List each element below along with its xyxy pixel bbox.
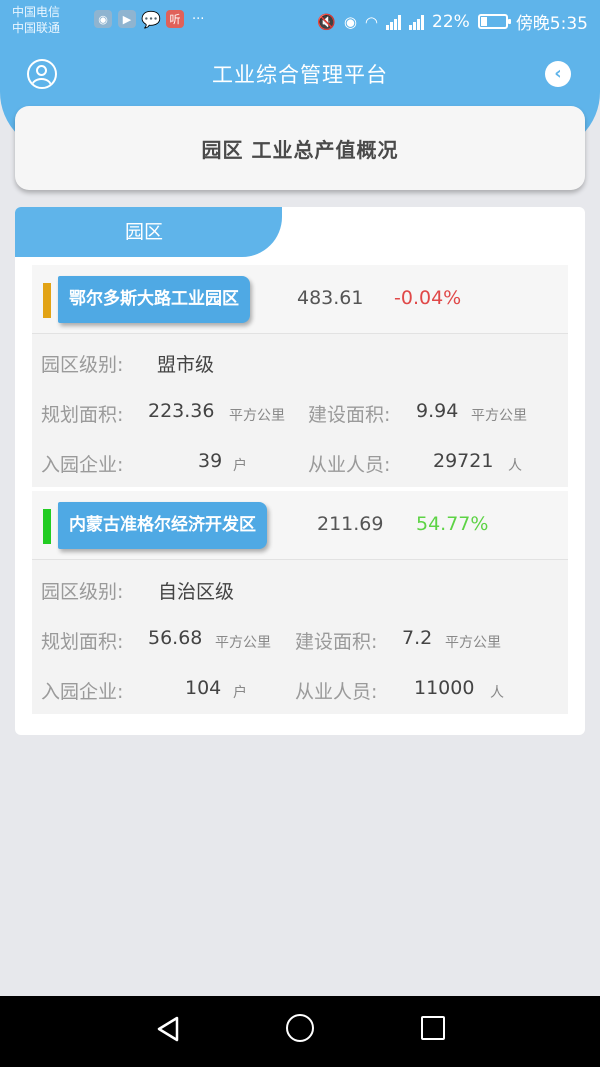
wifi-icon: ◠ [364, 12, 379, 31]
enterprises-value: 39 [198, 450, 223, 472]
page-title: 园区 工业总产值概况 [201, 137, 399, 162]
app-title: 工业综合管理平台 [212, 63, 388, 87]
built-area-value: 9.94 [416, 400, 459, 422]
park-header: 内蒙古准格尔经济开发区 211.69 54.77% [32, 491, 568, 559]
chat-notification-icon: 💬 [141, 9, 161, 29]
employees-label: 从业人员: [295, 681, 378, 703]
employees-label: 从业人员: [308, 454, 391, 476]
park-marker [43, 509, 51, 544]
mute-icon: 🔇 [317, 12, 336, 31]
clock: 傍晚5:35 [515, 14, 588, 34]
battery-icon [477, 14, 511, 29]
nav-home-icon[interactable] [286, 1014, 314, 1042]
enterprises-unit: 户 [233, 458, 247, 474]
built-area-label: 建设面积: [295, 631, 378, 653]
play-notification-icon: ▶ [118, 10, 136, 28]
planned-area-unit: 平方公里 [229, 408, 285, 424]
notification-icons: ◉ ▶ 💬 听 ··· [94, 9, 205, 29]
battery-percent: 22% [432, 11, 470, 32]
listen-notification-icon: 听 [166, 10, 184, 28]
built-area-value: 7.2 [402, 627, 433, 649]
eye-comfort-icon: ◉ [343, 12, 357, 31]
park-output-value: 211.69 [317, 513, 384, 535]
signal-4g-icon [409, 14, 425, 30]
park-output-change: 54.77% [416, 513, 489, 535]
carrier-1: 中国电信 [12, 5, 61, 19]
planned-area-unit: 平方公里 [215, 635, 271, 651]
employees-unit: 人 [508, 458, 522, 474]
system-nav-bar [0, 996, 600, 1067]
level-value: 盟市级 [157, 354, 215, 376]
status-right: 🔇 ◉ ◠ 22% 傍晚5:35 [317, 9, 588, 35]
divider [32, 333, 568, 334]
planned-area-value: 223.36 [148, 400, 215, 422]
page-title-card: 园区 工业总产值概况 [15, 106, 585, 190]
built-area-label: 建设面积: [308, 404, 391, 426]
app-notification-icon: ◉ [94, 10, 112, 28]
park-card-1[interactable]: 鄂尔多斯大路工业园区 483.61 -0.04% 园区级别: 盟市级 规划面积:… [32, 265, 568, 487]
employees-value: 11000 [414, 677, 475, 699]
park-output-value: 483.61 [297, 287, 364, 309]
status-bar: 中国电信 中国联通 ◉ ▶ 💬 听 ··· 🔇 ◉ ◠ 22% 傍晚5:35 [0, 0, 600, 42]
back-chevron-icon[interactable]: ‹ [545, 61, 571, 87]
park-card-2[interactable]: 内蒙古准格尔经济开发区 211.69 54.77% 园区级别: 自治区级 规划面… [32, 491, 568, 714]
planned-area-label: 规划面积: [41, 631, 124, 653]
divider [32, 559, 568, 560]
enterprises-label: 入园企业: [41, 454, 124, 476]
park-name-tag[interactable]: 内蒙古准格尔经济开发区 [58, 502, 267, 549]
enterprises-unit: 户 [233, 685, 247, 701]
level-label: 园区级别: [41, 581, 124, 603]
enterprises-label: 入园企业: [41, 681, 124, 703]
employees-unit: 人 [490, 685, 504, 701]
enterprises-value: 104 [185, 677, 222, 699]
nav-back-icon[interactable] [156, 1016, 180, 1042]
tab-park[interactable]: 园区 [15, 207, 282, 257]
planned-area-value: 56.68 [148, 627, 203, 649]
park-output-change: -0.04% [394, 287, 462, 309]
park-name-tag[interactable]: 鄂尔多斯大路工业园区 [58, 276, 250, 323]
more-notifications-icon: ··· [192, 11, 205, 27]
built-area-unit: 平方公里 [445, 635, 501, 651]
nav-recent-apps-icon[interactable] [421, 1016, 445, 1040]
carrier-info: 中国电信 中国联通 [12, 4, 60, 36]
level-label: 园区级别: [41, 354, 124, 376]
park-marker [43, 283, 51, 318]
employees-value: 29721 [433, 450, 494, 472]
park-header: 鄂尔多斯大路工业园区 483.61 -0.04% [32, 265, 568, 333]
built-area-unit: 平方公里 [471, 408, 527, 424]
signal-3g-icon [386, 14, 402, 30]
carrier-2: 中国联通 [12, 21, 61, 35]
level-value: 自治区级 [158, 581, 235, 603]
planned-area-label: 规划面积: [41, 404, 124, 426]
park-list-panel: 园区 鄂尔多斯大路工业园区 483.61 -0.04% 园区级别: 盟市级 规划… [15, 207, 585, 735]
